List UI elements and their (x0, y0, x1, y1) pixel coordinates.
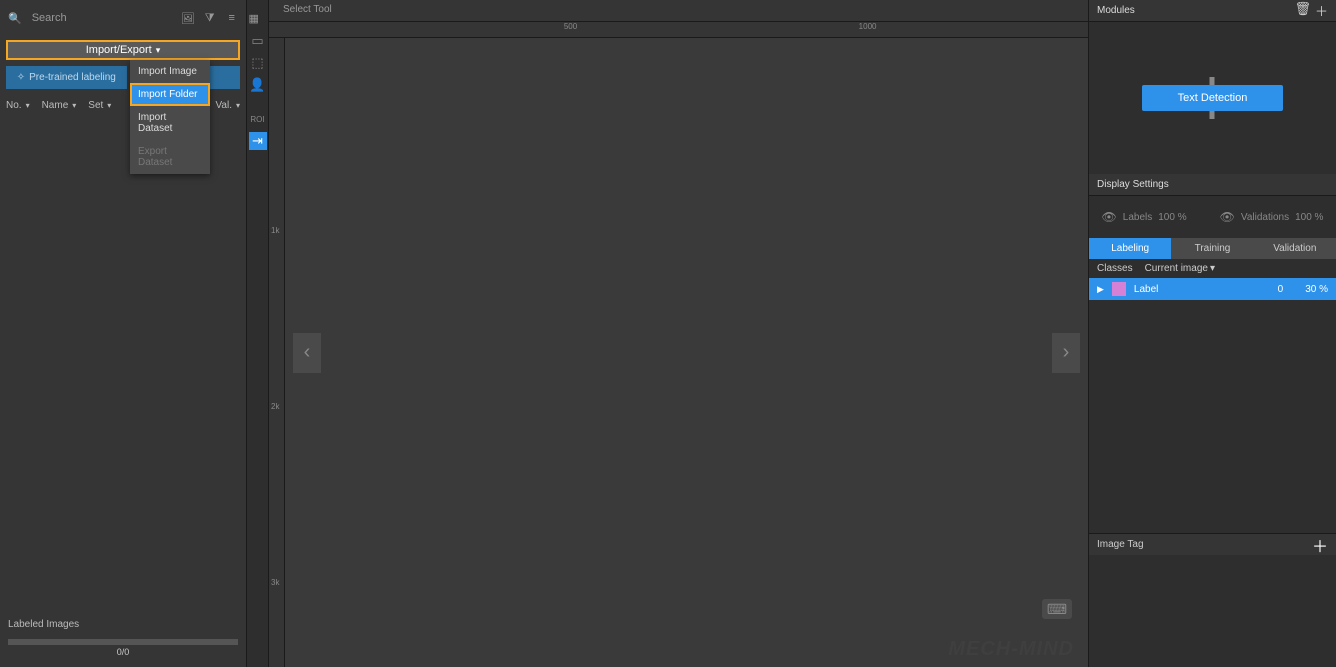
tools-strip: ▭ ⬚ 👤 ROI ⇥ (247, 0, 269, 667)
classes-row: Classes Current image (1089, 259, 1336, 278)
search-icon: 🔍 (8, 12, 22, 25)
labels-visibility[interactable]: 👁 Labels 100 % (1102, 210, 1187, 224)
column-val[interactable]: Val. (209, 95, 246, 116)
class-color-swatch[interactable] (1112, 282, 1126, 296)
classes-empty-area (1089, 300, 1336, 533)
display-settings-title: Display Settings (1097, 179, 1169, 190)
modules-header: Modules 🗑 ＋ (1089, 0, 1336, 22)
class-count: 0 (1278, 284, 1284, 295)
tab-validation[interactable]: Validation (1254, 238, 1336, 259)
keyboard-icon[interactable]: ⌨ (1042, 599, 1072, 619)
trash-icon[interactable]: 🗑 (1294, 1, 1311, 20)
next-image-button[interactable]: › (1052, 333, 1080, 373)
search-input[interactable] (30, 8, 176, 28)
expand-icon[interactable]: ▶ (1097, 284, 1104, 295)
tab-training[interactable]: Training (1171, 238, 1253, 259)
class-percentage: 30 % (1305, 284, 1328, 295)
tool-rect-icon[interactable]: ▭ (249, 32, 267, 50)
select-tool-label: Select Tool (269, 0, 1088, 22)
right-panel: Modules 🗑 ＋ Text Detection Display Setti… (1088, 0, 1336, 667)
canvas-body: 1k 2k 3k ‹ › ⌨ MECH‑MIND (269, 38, 1088, 667)
modules-body: Text Detection (1089, 22, 1336, 174)
progress-text: 0/0 (8, 647, 238, 657)
grid-icon[interactable]: ▦ (246, 10, 262, 26)
import-export-button[interactable]: Import/Export (6, 40, 240, 60)
wand-icon: ✧ (17, 72, 25, 83)
image-tag-header: Image Tag ＋ (1089, 533, 1336, 555)
class-name: Label (1134, 284, 1158, 295)
column-name[interactable]: Name (36, 95, 83, 116)
column-set[interactable]: Set (82, 95, 117, 116)
import-export-label: Import/Export (86, 44, 161, 56)
tool-select-icon[interactable]: ⬚ (249, 54, 267, 72)
tool-roi-icon[interactable]: ROI (249, 110, 267, 128)
filter-icon[interactable]: ⧩ (202, 10, 218, 26)
images-icon[interactable]: 🖼 (180, 10, 196, 26)
import-export-dropdown: Import Image Import Folder Import Datase… (130, 60, 210, 174)
left-empty-list (0, 120, 246, 614)
canvas-main[interactable]: ‹ › ⌨ MECH‑MIND (285, 38, 1088, 667)
dropdown-item-import-folder[interactable]: Import Folder (130, 83, 210, 106)
class-item-label[interactable]: ▶ Label 0 30 % (1089, 278, 1336, 300)
display-settings-header: Display Settings (1089, 174, 1336, 196)
progress-bar (8, 639, 238, 645)
progress-row: 0/0 (0, 635, 246, 667)
list-icon[interactable]: ≡ (224, 10, 240, 26)
tab-labeling[interactable]: Labeling (1089, 238, 1171, 259)
tool-expand-icon[interactable]: ⇥ (249, 132, 267, 150)
canvas-area: Select Tool 500 1000 1k 2k 3k ‹ › ⌨ MECH… (269, 0, 1088, 667)
tool-person-icon[interactable]: 👤 (249, 76, 267, 94)
display-settings-body: 👁 Labels 100 % 👁 Validations 100 % (1089, 196, 1336, 238)
modules-title: Modules (1097, 5, 1135, 16)
watermark-logo: MECH‑MIND (948, 638, 1074, 661)
search-tool-icons: 🖼 ⧩ ≡ ▦ (180, 10, 262, 26)
ruler-left: 1k 2k 3k (269, 38, 285, 667)
dropdown-item-import-dataset[interactable]: Import Dataset (130, 106, 210, 140)
dropdown-item-export-dataset: Export Dataset (130, 140, 210, 174)
eye-icon: 👁 (1220, 210, 1235, 224)
labeled-images-title: Labeled Images (0, 614, 246, 635)
left-panel: 🔍 🖼 ⧩ ≡ ▦ Import/Export Import Image Imp… (0, 0, 247, 667)
pretrained-labeling-button[interactable]: ✧ Pre-trained labeling (6, 66, 127, 89)
ruler-top: 500 1000 (269, 22, 1088, 38)
eye-icon: 👁 (1102, 210, 1117, 224)
column-no[interactable]: No. (0, 95, 36, 116)
prev-image-button[interactable]: ‹ (293, 333, 321, 373)
image-tag-body (1089, 555, 1336, 667)
mode-tabs: Labeling Training Validation (1089, 238, 1336, 259)
search-row: 🔍 🖼 ⧩ ≡ ▦ (0, 0, 246, 36)
current-image-dropdown[interactable]: Current image (1145, 263, 1215, 274)
pretrained-label: Pre-trained labeling (29, 72, 116, 83)
classes-title: Classes (1097, 263, 1133, 274)
validations-visibility[interactable]: 👁 Validations 100 % (1220, 210, 1324, 224)
add-module-icon[interactable]: ＋ (1315, 1, 1328, 20)
module-text-detection[interactable]: Text Detection (1142, 85, 1284, 111)
image-tag-title: Image Tag (1097, 539, 1144, 550)
dropdown-item-import-image[interactable]: Import Image (130, 60, 210, 83)
add-tag-icon[interactable]: ＋ (1312, 533, 1328, 557)
module-input-node[interactable] (1210, 77, 1215, 85)
module-output-node[interactable] (1210, 111, 1215, 119)
